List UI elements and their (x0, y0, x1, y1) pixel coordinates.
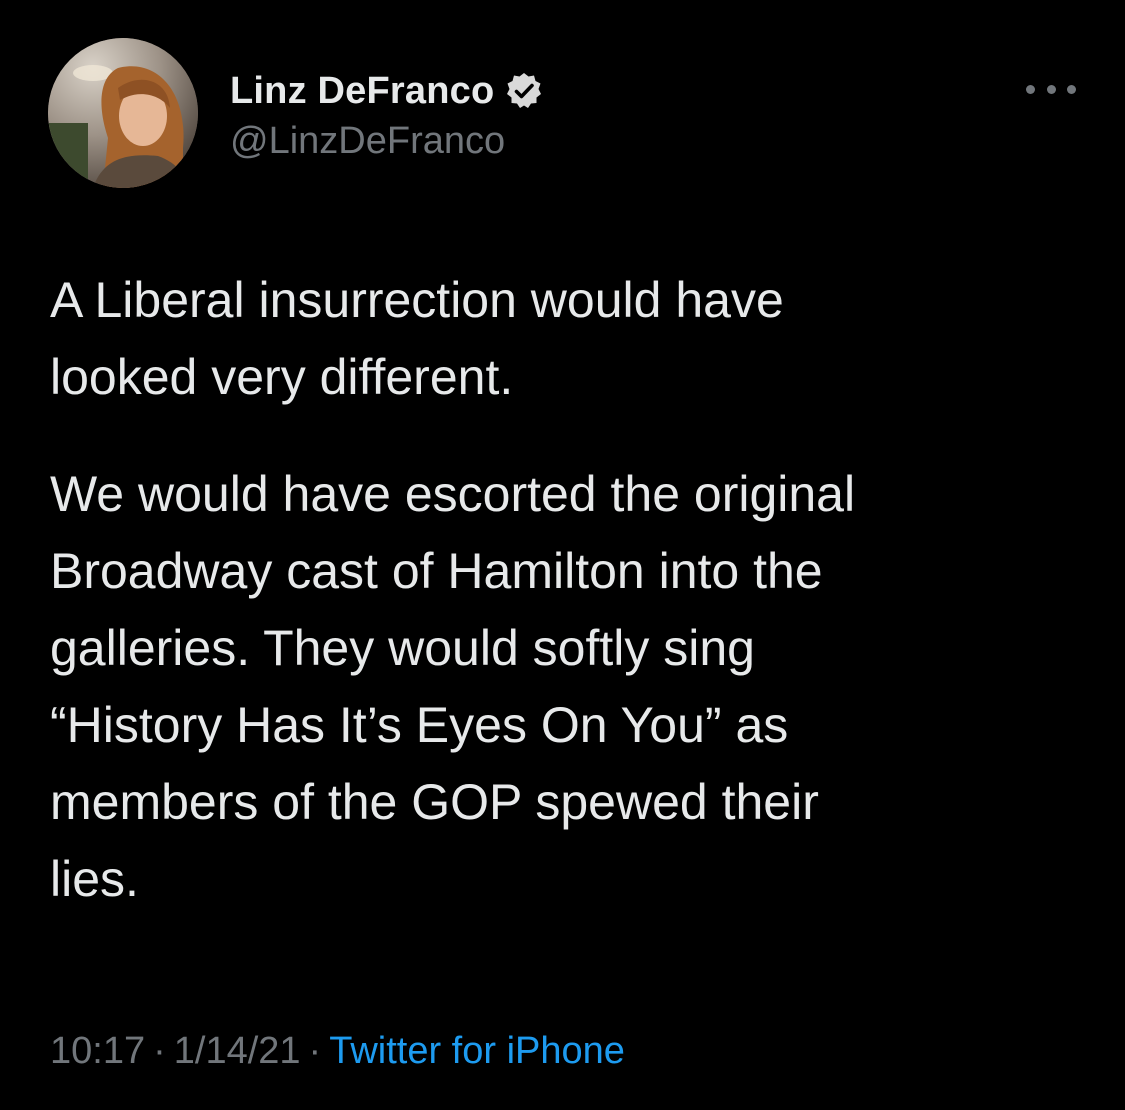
more-horizontal-icon[interactable] (1026, 74, 1076, 104)
tweet-time[interactable]: 10:17 (50, 1030, 145, 1072)
profile-photo (48, 38, 198, 188)
tweet-text-paragraph-2: We would have escorted the original Broa… (50, 466, 856, 907)
more-dot (1067, 84, 1076, 94)
meta-separator: · (153, 1030, 166, 1072)
display-name[interactable]: Linz DeFranco (230, 70, 494, 113)
more-dot (1046, 84, 1056, 94)
verified-badge-icon (504, 71, 544, 111)
tweet: Linz DeFranco @LinzDeFranco A Liberal in… (0, 0, 1125, 1110)
tweet-text-paragraph-1: A Liberal insurrection would have looked… (50, 272, 784, 405)
tweet-meta: 10:17 · 1/14/21 · Twitter for iPhone (50, 1030, 625, 1073)
more-dot (1026, 84, 1035, 94)
author-name-row[interactable]: Linz DeFranco (230, 66, 544, 116)
meta-separator: · (308, 1030, 322, 1072)
avatar[interactable] (48, 38, 198, 188)
tweet-date[interactable]: 1/14/21 (174, 1030, 301, 1072)
author-handle[interactable]: @LinzDeFranco (230, 120, 505, 163)
tweet-source-link[interactable]: Twitter for iPhone (329, 1030, 625, 1072)
